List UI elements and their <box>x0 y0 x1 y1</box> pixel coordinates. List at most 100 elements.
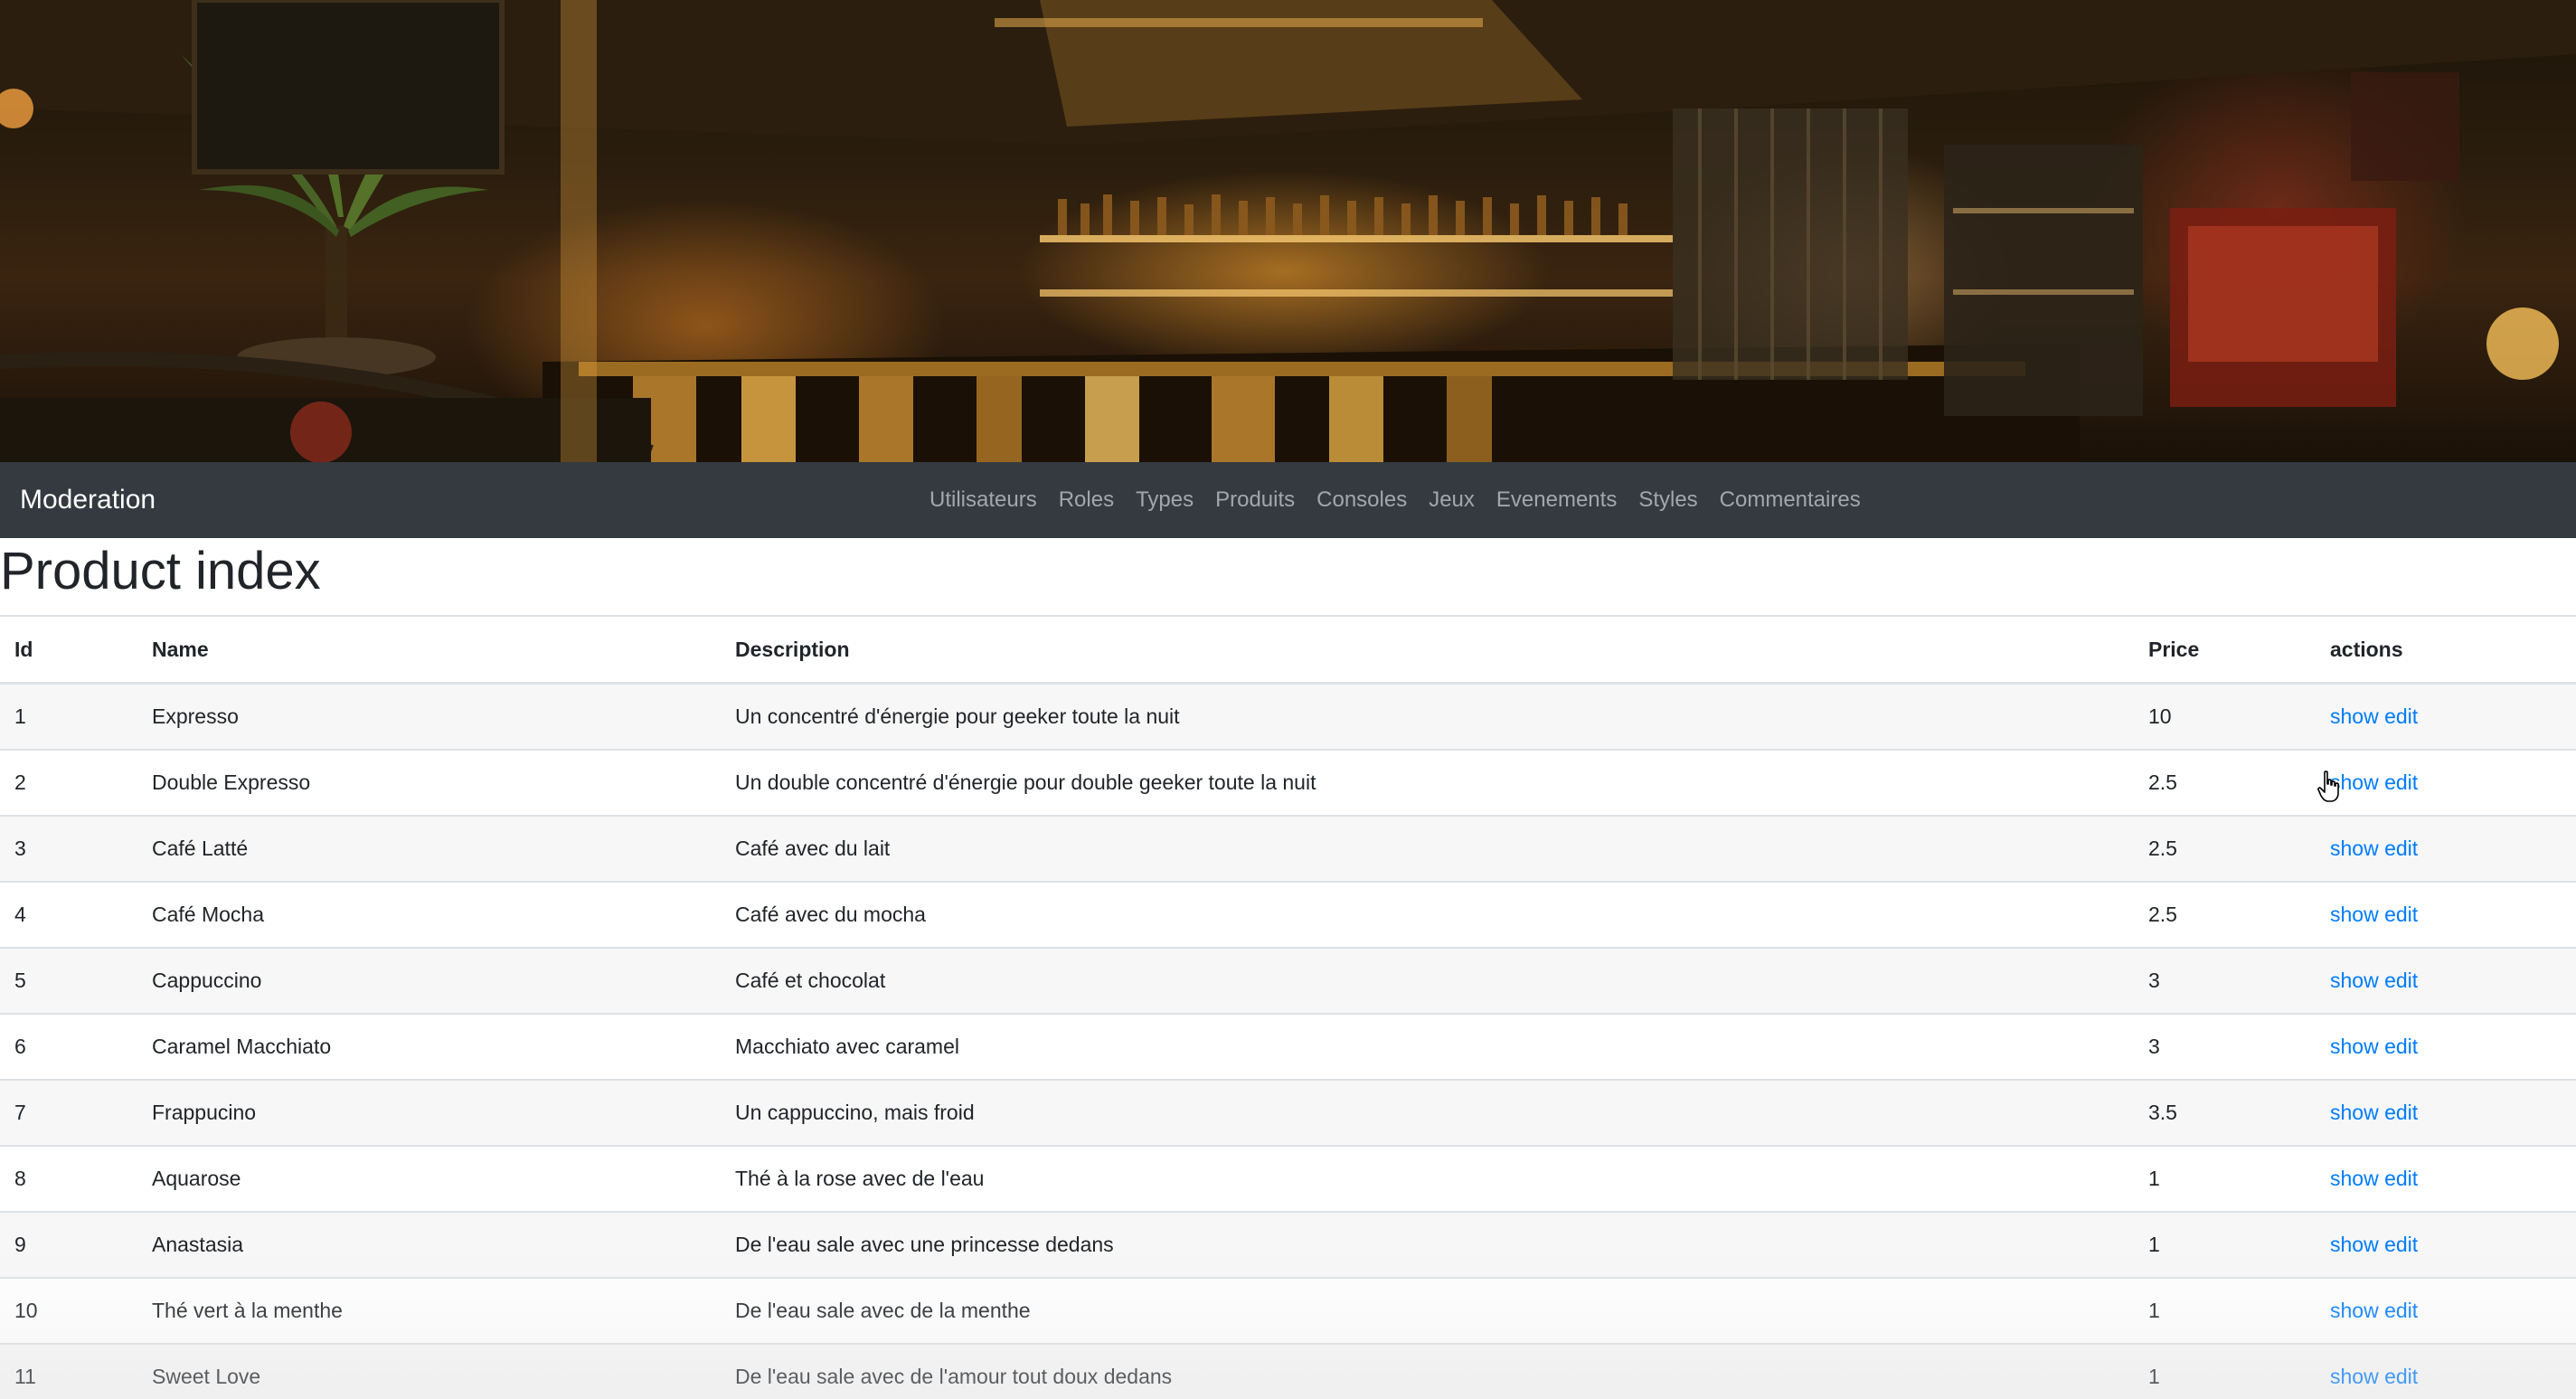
nav-link-commentaires[interactable]: Commentaires <box>1709 462 1872 538</box>
cell-actions: show edit <box>2330 881 2576 948</box>
cell-price: 1 <box>2148 1211 2330 1278</box>
edit-link[interactable]: edit <box>2384 1167 2418 1190</box>
edit-link[interactable]: edit <box>2384 837 2418 860</box>
navbar-brand[interactable]: Moderation <box>20 462 156 538</box>
nav-link-styles[interactable]: Styles <box>1628 462 1708 538</box>
cell-actions: show edit <box>2330 947 2576 1014</box>
cell-price: 3.5 <box>2148 1079 2330 1146</box>
cell-id: 10 <box>0 1277 152 1344</box>
table-row: 6 Caramel Macchiato Macchiato avec caram… <box>0 1013 2576 1080</box>
cell-name: Expresso <box>152 682 735 750</box>
nav-link-evenements[interactable]: Evenements <box>1486 462 1628 538</box>
cell-price: 2.5 <box>2148 881 2330 948</box>
nav-link-roles[interactable]: Roles <box>1048 462 1125 538</box>
show-link[interactable]: show <box>2330 1035 2379 1058</box>
show-link[interactable]: show <box>2330 903 2379 926</box>
cell-id: 4 <box>0 881 152 948</box>
cell-name: Café Latté <box>152 815 735 882</box>
nav-link-utilisateurs[interactable]: Utilisateurs <box>919 462 1048 538</box>
show-link[interactable]: show <box>2330 1233 2379 1256</box>
cell-id: 5 <box>0 947 152 1014</box>
cell-id: 8 <box>0 1145 152 1212</box>
edit-link[interactable]: edit <box>2384 903 2418 926</box>
table-row: 7 Frappucino Un cappuccino, mais froid 3… <box>0 1079 2576 1146</box>
cell-id: 6 <box>0 1013 152 1080</box>
cell-name: Thé vert à la menthe <box>152 1277 735 1344</box>
table-row: 5 Cappuccino Café et chocolat 3 show edi… <box>0 947 2576 1014</box>
cell-actions: show edit <box>2330 1211 2576 1278</box>
cell-description: Un cappuccino, mais froid <box>735 1079 2148 1146</box>
cell-id: 7 <box>0 1079 152 1146</box>
nav-link-types[interactable]: Types <box>1125 462 1204 538</box>
edit-link[interactable]: edit <box>2384 1299 2418 1322</box>
cell-description: Macchiato avec caramel <box>735 1013 2148 1080</box>
table-row: 9 Anastasia De l'eau sale avec une princ… <box>0 1211 2576 1278</box>
page: Moderation Utilisateurs Roles Types Prod… <box>0 0 2576 1399</box>
cell-name: Frappucino <box>152 1079 735 1146</box>
table-row: 11 Sweet Love De l'eau sale avec de l'am… <box>0 1343 2576 1399</box>
navbar: Moderation Utilisateurs Roles Types Prod… <box>0 462 2576 538</box>
nav-link-consoles[interactable]: Consoles <box>1306 462 1418 538</box>
cell-description: Un concentré d'énergie pour geeker toute… <box>735 682 2148 750</box>
edit-link[interactable]: edit <box>2384 1365 2418 1388</box>
cell-name: Anastasia <box>152 1211 735 1278</box>
edit-link[interactable]: edit <box>2384 1101 2418 1124</box>
show-link[interactable]: show <box>2330 837 2379 860</box>
banner-image <box>0 0 2576 462</box>
cell-actions: show edit <box>2330 682 2576 750</box>
table-header-row: Id Name Description Price actions <box>0 615 2576 685</box>
cell-description: Café et chocolat <box>735 947 2148 1014</box>
cell-description: Thé à la rose avec de l'eau <box>735 1145 2148 1212</box>
cell-name: Aquarose <box>152 1145 735 1212</box>
cell-description: Café avec du mocha <box>735 881 2148 948</box>
header-description: Description <box>735 615 2148 685</box>
table-row: 2 Double Expresso Un double concentré d'… <box>0 749 2576 816</box>
product-table: Id Name Description Price actions 1 Expr… <box>0 615 2576 1399</box>
cell-description: Café avec du lait <box>735 815 2148 882</box>
cell-name: Cappuccino <box>152 947 735 1014</box>
show-link[interactable]: show <box>2330 1299 2379 1322</box>
cell-description: Un double concentré d'énergie pour doubl… <box>735 749 2148 816</box>
show-link[interactable]: show <box>2330 1101 2379 1124</box>
cell-price: 3 <box>2148 947 2330 1014</box>
cell-description: De l'eau sale avec de la menthe <box>735 1277 2148 1344</box>
hand-pointer-icon <box>2317 770 2339 802</box>
table-row: 1 Expresso Un concentré d'énergie pour g… <box>0 682 2576 750</box>
table-row: 8 Aquarose Thé à la rose avec de l'eau 1… <box>0 1145 2576 1212</box>
cell-actions: show edit <box>2330 1343 2576 1399</box>
cell-name: Sweet Love <box>152 1343 735 1399</box>
cell-id: 3 <box>0 815 152 882</box>
cell-id: 11 <box>0 1343 152 1399</box>
cell-actions: show edit <box>2330 749 2576 816</box>
edit-link[interactable]: edit <box>2384 1233 2418 1256</box>
edit-link[interactable]: edit <box>2384 704 2418 728</box>
header-price: Price <box>2148 615 2330 685</box>
cell-price: 1 <box>2148 1145 2330 1212</box>
show-link[interactable]: show <box>2330 704 2379 728</box>
cell-name: Double Expresso <box>152 749 735 816</box>
edit-link[interactable]: edit <box>2384 770 2418 794</box>
table-row: 10 Thé vert à la menthe De l'eau sale av… <box>0 1277 2576 1344</box>
cell-actions: show edit <box>2330 1013 2576 1080</box>
cell-description: De l'eau sale avec une princesse dedans <box>735 1211 2148 1278</box>
show-link[interactable]: show <box>2330 1365 2379 1388</box>
cell-price: 10 <box>2148 682 2330 750</box>
edit-link[interactable]: edit <box>2384 1035 2418 1058</box>
cell-price: 2.5 <box>2148 815 2330 882</box>
nav-links: Utilisateurs Roles Types Produits Consol… <box>919 462 1872 538</box>
edit-link[interactable]: edit <box>2384 969 2418 992</box>
cell-id: 2 <box>0 749 152 816</box>
show-link[interactable]: show <box>2330 969 2379 992</box>
nav-link-jeux[interactable]: Jeux <box>1418 462 1486 538</box>
cell-id: 1 <box>0 682 152 750</box>
cell-actions: show edit <box>2330 1277 2576 1344</box>
cell-actions: show edit <box>2330 1079 2576 1146</box>
page-title: Product index <box>0 542 321 600</box>
cell-id: 9 <box>0 1211 152 1278</box>
cell-price: 1 <box>2148 1343 2330 1399</box>
cafe-bar-photo <box>0 0 2576 462</box>
nav-link-produits[interactable]: Produits <box>1204 462 1306 538</box>
cell-actions: show edit <box>2330 815 2576 882</box>
table-row: 4 Café Mocha Café avec du mocha 2.5 show… <box>0 881 2576 948</box>
show-link[interactable]: show <box>2330 1167 2379 1190</box>
